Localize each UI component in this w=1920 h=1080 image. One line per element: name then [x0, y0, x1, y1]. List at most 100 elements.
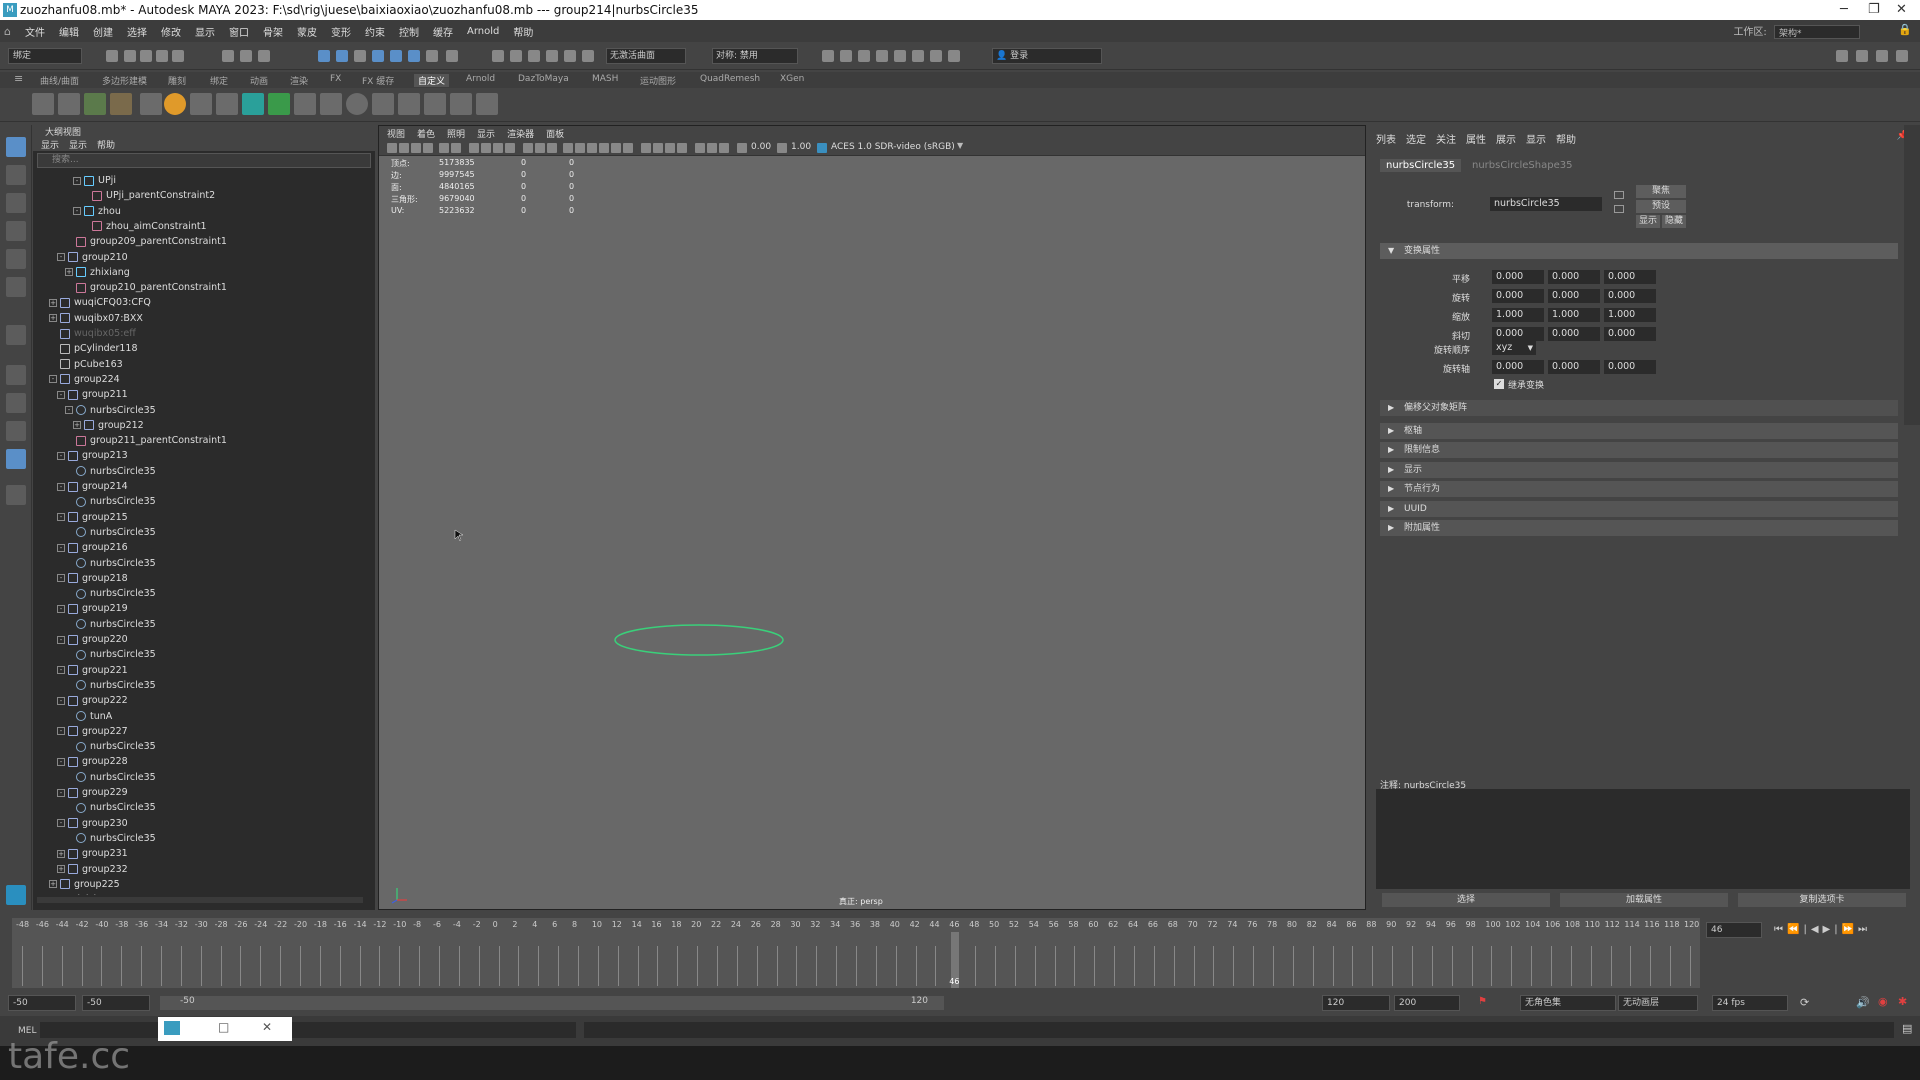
shelf-tab-mash[interactable]: MASH — [592, 74, 618, 84]
collapse-icon[interactable]: - — [57, 757, 65, 766]
rotate-axis-z[interactable]: 0.000 — [1604, 360, 1656, 374]
shelf-tab-custom[interactable]: 自定义 — [414, 74, 450, 87]
shelf-tab-xgen[interactable]: XGen — [780, 74, 804, 84]
section-collapsed[interactable]: ▶ 限制信息 — [1380, 442, 1898, 458]
redo-icon[interactable] — [172, 50, 184, 62]
menu-modify[interactable]: 修改 — [154, 24, 188, 39]
outliner-item[interactable]: - group219 — [57, 601, 128, 616]
section-transform-attributes[interactable]: ▼ 变换属性 — [1380, 243, 1898, 259]
ipr-render-icon[interactable] — [858, 50, 870, 62]
pause-icon[interactable] — [948, 50, 960, 62]
mel-label[interactable]: MEL — [18, 1026, 36, 1036]
outliner-menu-display[interactable]: 显示 — [41, 138, 59, 151]
outliner-item[interactable]: - group222 — [57, 693, 128, 708]
collapse-icon[interactable]: - — [57, 390, 65, 399]
task-close-icon[interactable]: ✕ — [262, 1020, 272, 1034]
lasso-icon[interactable] — [546, 50, 558, 62]
attr-field-z[interactable]: 1.000 — [1604, 308, 1656, 322]
attr-field-z[interactable]: 0.000 — [1604, 289, 1656, 303]
outliner-item[interactable]: - zhou — [73, 204, 121, 219]
section-collapsed[interactable]: ▶ 附加属性 — [1380, 520, 1898, 536]
outliner-item[interactable]: - group216 — [57, 540, 128, 555]
undo-icon[interactable] — [156, 50, 168, 62]
outliner-item[interactable]: nurbsCircle35 — [65, 556, 156, 571]
outliner-item[interactable]: wuqibx05:eff — [49, 326, 136, 341]
lock-icon[interactable]: 🔒 — [1898, 23, 1912, 36]
snap-point-icon[interactable] — [354, 50, 366, 62]
outliner-item[interactable]: - group230 — [57, 816, 128, 831]
shelf-tab-fxcache[interactable]: FX 缓存 — [362, 74, 394, 87]
collapse-icon[interactable]: - — [73, 207, 81, 216]
shelf-menu-icon[interactable]: ≡ — [14, 72, 23, 85]
auto-key-icon[interactable]: ◉ — [1878, 995, 1888, 1008]
collapse-icon[interactable]: - — [57, 727, 65, 736]
outliner-item[interactable]: pCylinder118 — [49, 341, 138, 356]
script-icon[interactable] — [424, 93, 446, 115]
anim-layer-dropdown[interactable]: 无动画层 — [1618, 995, 1698, 1011]
scene-end-field[interactable]: 200 — [1394, 995, 1460, 1011]
constraint-tool-icon[interactable] — [84, 93, 106, 115]
attr-field-y[interactable]: 0.000 — [1548, 327, 1600, 341]
rotate-axis-x[interactable]: 0.000 — [1492, 360, 1544, 374]
outliner-item[interactable]: - group218 — [57, 571, 128, 586]
menu-help[interactable]: 帮助 — [506, 24, 540, 39]
outliner-item[interactable]: UPji_parentConstraint2 — [81, 188, 215, 203]
attr-field-x[interactable]: 0.000 — [1492, 289, 1544, 303]
minimize-button[interactable]: ─ — [1840, 2, 1848, 17]
shelf-tab-arnold[interactable]: Arnold — [466, 74, 495, 84]
outliner-item[interactable]: - group224 — [49, 372, 120, 387]
outliner-item[interactable]: - group215 — [57, 510, 128, 525]
section-collapsed[interactable]: ▶ 枢轴 — [1380, 422, 1898, 439]
collapse-icon[interactable]: - — [57, 819, 65, 828]
outliner-item[interactable]: + group212 — [73, 418, 144, 433]
tool-settings-icon[interactable] — [1896, 50, 1908, 62]
snap-vertex-icon[interactable] — [426, 50, 438, 62]
shelf-tab-sculpt[interactable]: 雕刻 — [168, 74, 186, 87]
outliner-hscrollbar[interactable] — [37, 897, 363, 903]
rotate-tool-icon[interactable] — [6, 249, 26, 269]
select-object-icon[interactable] — [240, 50, 252, 62]
outliner-item[interactable]: + group231 — [57, 846, 128, 861]
collapse-icon[interactable]: - — [57, 574, 65, 583]
locator-icon[interactable] — [190, 93, 212, 115]
outliner-item[interactable]: + zhixiang — [65, 265, 130, 280]
current-frame-marker[interactable]: 46 — [949, 932, 959, 988]
outliner-item[interactable]: nurbsCircle35 — [65, 831, 156, 846]
axis-icon[interactable] — [476, 93, 498, 115]
outliner-search-input[interactable]: 搜索... — [37, 153, 371, 168]
menu-cache[interactable]: 缓存 — [426, 24, 460, 39]
expand-icon[interactable]: + — [49, 880, 57, 889]
loop-icon[interactable]: ⟳ — [1800, 996, 1809, 1009]
outliner-item[interactable]: nurbsCircle35 — [65, 464, 156, 479]
select-tool-icon[interactable] — [6, 137, 26, 157]
prefs-icon[interactable]: ✱ — [1898, 995, 1907, 1008]
character-set-dropdown[interactable]: 无角色集 — [1520, 995, 1616, 1011]
outliner-item[interactable]: - group229 — [57, 785, 128, 800]
ae-menu-attributes[interactable]: 属性 — [1466, 131, 1486, 146]
shelf-tab-curves[interactable]: 曲线/曲面 — [40, 74, 79, 87]
shelf-tab-rendering[interactable]: 渲染 — [290, 74, 308, 87]
new-scene-icon[interactable] — [106, 50, 118, 62]
hide-button[interactable]: 隐藏 — [1662, 215, 1686, 228]
script-editor-icon[interactable]: ▤ — [1902, 1022, 1912, 1035]
menu-edit[interactable]: 编辑 — [52, 24, 86, 39]
move-tool-icon[interactable] — [6, 221, 26, 241]
goto-output-icon[interactable] — [1614, 205, 1624, 213]
output-ops-icon[interactable] — [510, 50, 522, 62]
menu-control[interactable]: 控制 — [392, 24, 426, 39]
history-icon[interactable] — [446, 50, 458, 62]
two-view-icon[interactable] — [6, 421, 26, 441]
symmetry-field[interactable]: 对称: 禁用 — [712, 48, 798, 64]
callout-icon[interactable] — [450, 93, 472, 115]
notes-textarea[interactable] — [1376, 789, 1910, 889]
ik-handle-icon[interactable] — [320, 93, 342, 115]
circle-ctrl-icon[interactable] — [346, 93, 368, 115]
goto-input-icon[interactable] — [1614, 191, 1624, 199]
outliner-item[interactable]: group210_parentConstraint1 — [65, 280, 227, 295]
time-slider[interactable]: -48 -46 -44 -42 -40 -38 -36 -34 -32 -30 -28 -26 -24-… — [0, 912, 1920, 992]
rotate-order-dropdown[interactable]: xyz ▼ — [1492, 341, 1536, 355]
collapse-icon[interactable]: - — [73, 176, 81, 185]
curve-tool-icon[interactable] — [372, 93, 394, 115]
render-current-icon[interactable] — [840, 50, 852, 62]
modeling-toolkit-icon[interactable] — [1836, 50, 1848, 62]
